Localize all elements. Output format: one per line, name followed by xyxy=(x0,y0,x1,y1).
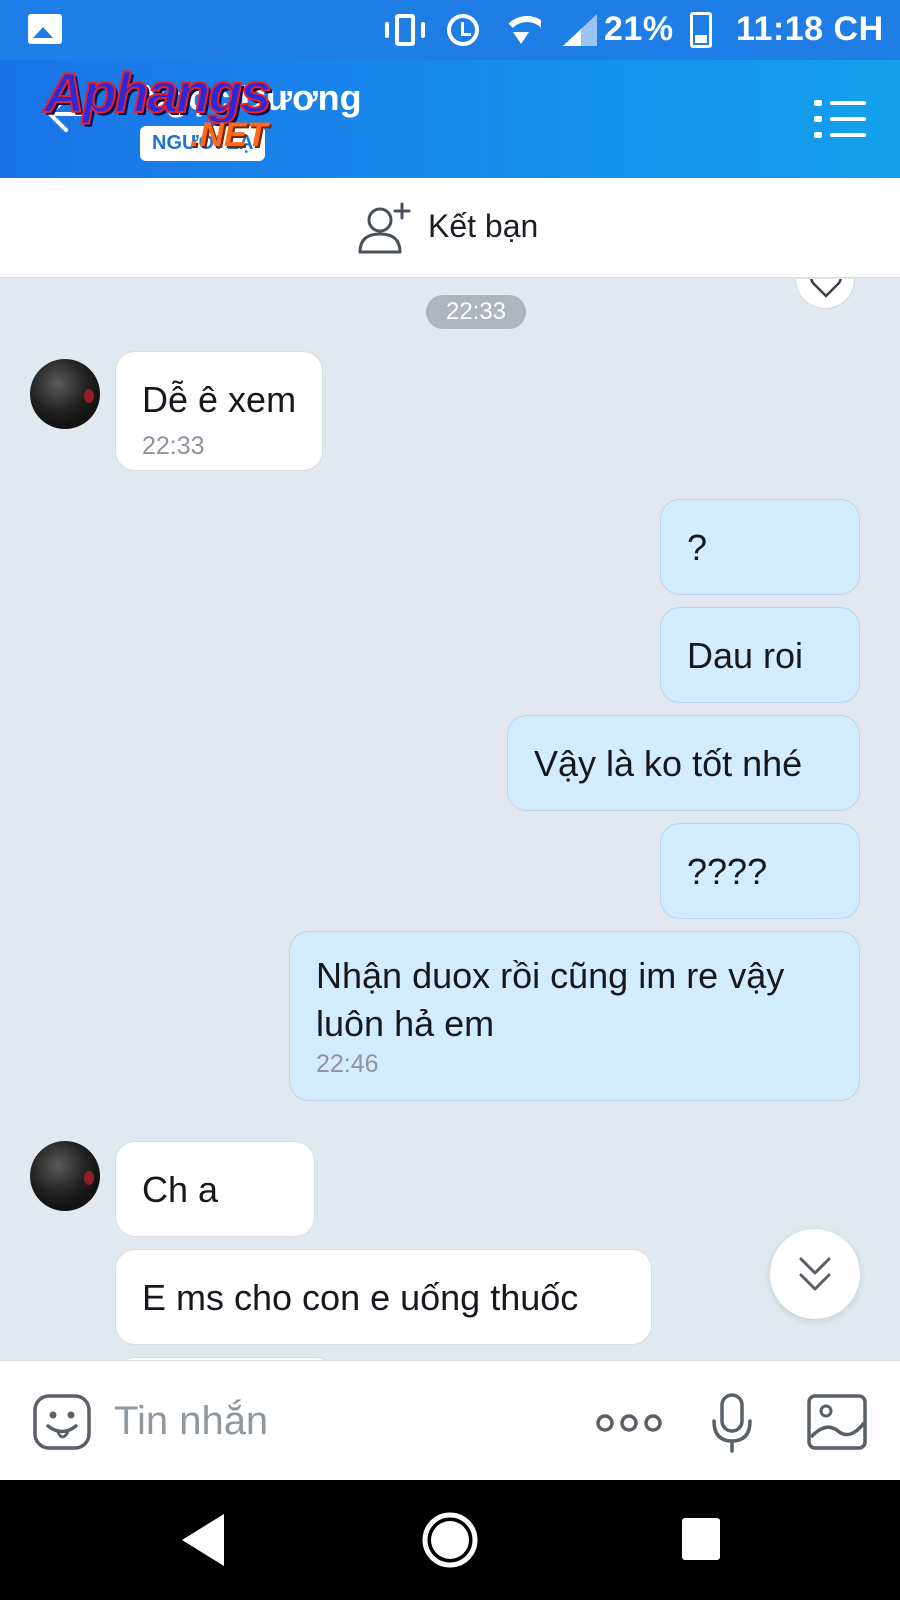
contact-avatar[interactable] xyxy=(30,1141,100,1211)
battery-icon xyxy=(690,12,712,48)
alarm-icon xyxy=(447,14,479,46)
nav-recent-apps-icon[interactable] xyxy=(682,1518,720,1560)
message-text: Nhận duox rồi cũng im re vậy luôn hả em xyxy=(316,955,785,1044)
nav-home-icon[interactable] xyxy=(422,1512,478,1568)
message-time: 22:46 xyxy=(316,1050,379,1078)
more-options-icon[interactable] xyxy=(596,1413,662,1433)
chat-header: Ngọc Dương NGƯỜI LẠ Aphangs .NET xyxy=(0,60,900,178)
status-bar: 21% 11:18 CH xyxy=(0,0,900,60)
double-chevron-down-icon xyxy=(799,1257,831,1291)
wifi-icon xyxy=(501,14,541,46)
message-text: ? xyxy=(687,527,708,568)
add-friend-icon[interactable] xyxy=(358,200,414,256)
battery-percent: 21% xyxy=(604,10,674,48)
signal-icon xyxy=(563,14,597,46)
message-bubble[interactable]: Ch a xyxy=(115,1141,315,1237)
scroll-to-bottom-button[interactable] xyxy=(770,1229,860,1319)
nav-back-icon[interactable] xyxy=(178,1510,228,1570)
like-button[interactable] xyxy=(795,279,855,309)
message-input[interactable] xyxy=(114,1391,554,1451)
message-bubble[interactable]: Vậy là ko tốt nhé xyxy=(507,715,860,811)
heart-icon xyxy=(810,279,842,298)
message-time: 22:33 xyxy=(142,432,205,460)
message-text: ???? xyxy=(687,851,768,892)
emoji-sticker-icon[interactable] xyxy=(32,1393,92,1451)
watermark-logo-suffix: .NET xyxy=(190,116,268,154)
message-text: Vậy là ko tốt nhé xyxy=(534,743,803,784)
add-friend-label[interactable]: Kết bạn xyxy=(428,208,538,245)
date-separator: 22:33 xyxy=(426,295,526,329)
message-text: Dễ ê xem xyxy=(142,379,297,420)
message-bubble[interactable]: E ms cho con e uống thuốc xyxy=(115,1249,652,1345)
message-bubble[interactable]: Nhận duox rồi cũng im re vậy luôn hả em … xyxy=(289,931,860,1101)
vibrate-icon xyxy=(385,14,425,46)
message-bubble[interactable]: Dau roi xyxy=(660,607,860,703)
message-text: Dau roi xyxy=(687,635,804,676)
gallery-icon xyxy=(28,14,62,44)
clock: 11:18 CH xyxy=(736,10,884,48)
microphone-icon[interactable] xyxy=(710,1393,754,1453)
message-bubble[interactable]: ? xyxy=(660,499,860,595)
message-composer xyxy=(0,1360,900,1480)
message-text: E ms cho con e uống thuốc xyxy=(142,1277,579,1318)
add-friend-bar[interactable]: Kết bạn xyxy=(0,178,900,278)
system-navigation-bar xyxy=(0,1480,900,1600)
status-icons xyxy=(385,12,597,48)
message-bubble[interactable]: ???? xyxy=(660,823,860,919)
message-text: Ch a xyxy=(142,1169,219,1210)
message-bubble[interactable]: Dễ ê xem 22:33 xyxy=(115,351,324,471)
contact-avatar[interactable] xyxy=(30,359,100,429)
message-list[interactable]: 22:33 Dễ ê xem 22:33 ? Dau roi Vậy là ko… xyxy=(0,279,900,1360)
menu-icon[interactable] xyxy=(814,100,866,140)
image-gallery-icon[interactable] xyxy=(806,1393,868,1451)
